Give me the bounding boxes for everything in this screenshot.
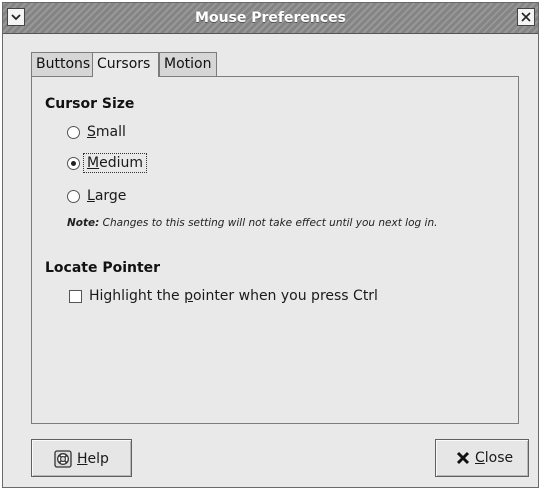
window-close-icon <box>521 12 531 22</box>
radio-medium-button[interactable] <box>67 157 80 170</box>
radio-selected-dot <box>71 161 76 166</box>
tab-motion[interactable]: Motion <box>159 52 217 76</box>
title-bar[interactable]: Mouse Preferences <box>3 3 538 34</box>
close-button-label: Close <box>475 450 514 466</box>
radio-small-label: Small <box>87 124 126 140</box>
cursor-size-heading: Cursor Size <box>45 96 135 112</box>
tab-motion-label: Motion <box>164 56 212 72</box>
mouse-preferences-window: Mouse Preferences Buttons Cursors Motion… <box>2 2 539 488</box>
radio-large-button[interactable] <box>67 190 80 203</box>
window-close-button[interactable] <box>517 8 535 26</box>
help-button[interactable]: Help <box>31 439 132 477</box>
radio-small-button[interactable] <box>67 126 80 139</box>
close-button[interactable]: Close <box>435 439 529 477</box>
tab-cursors[interactable]: Cursors <box>92 52 159 77</box>
highlight-pointer-label: Highlight the pointer when you press Ctr… <box>89 288 378 304</box>
radio-large-label: Large <box>87 188 127 204</box>
help-button-label: Help <box>77 451 109 467</box>
radio-medium-label: Medium <box>83 153 147 173</box>
help-lifebuoy-icon <box>54 450 72 468</box>
tab-buttons-label: Buttons <box>36 56 91 72</box>
tab-cursors-label: Cursors <box>97 56 151 72</box>
close-x-icon <box>456 451 470 465</box>
highlight-pointer-checkbox[interactable] <box>69 290 82 303</box>
locate-pointer-heading: Locate Pointer <box>45 260 161 276</box>
window-title: Mouse Preferences <box>195 10 346 26</box>
tab-buttons[interactable]: Buttons <box>31 52 93 76</box>
restart-note: Note: Changes to this setting will not t… <box>67 217 438 229</box>
